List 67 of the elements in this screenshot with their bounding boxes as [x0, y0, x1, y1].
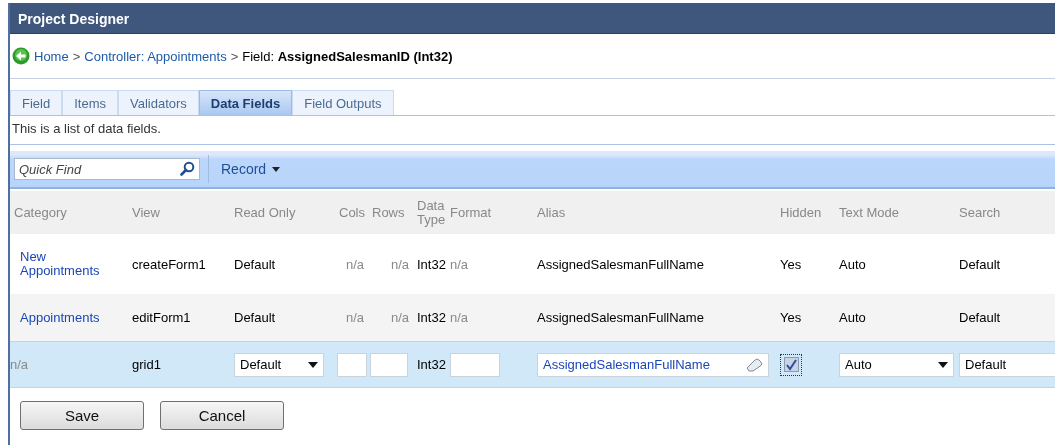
column-header: Text Mode: [838, 205, 900, 220]
table-cell: n/a: [345, 310, 364, 325]
search-icon[interactable]: [180, 161, 195, 176]
breadcrumb-link[interactable]: Home: [34, 48, 69, 64]
table-cell: AssignedSalesmanFullName: [537, 310, 704, 325]
record-menu[interactable]: Record: [217, 161, 285, 177]
column-header: Category: [13, 205, 68, 220]
tab[interactable]: Data Fields: [198, 90, 293, 115]
table-cell: Int32: [417, 310, 446, 325]
breadcrumb-current: Field: AssignedSalesmanID (Int32): [242, 48, 453, 64]
column-header: Hidden: [779, 205, 823, 220]
category-link[interactable]: New Appointments: [14, 249, 128, 279]
table-cell: n/a: [345, 256, 364, 272]
column-header: Data Type: [416, 198, 446, 227]
action-button[interactable]: Cancel: [160, 401, 284, 430]
input-field[interactable]: [337, 352, 367, 377]
table-cell: AssignedSalesmanFullName: [537, 256, 704, 272]
breadcrumb-separator: >: [72, 48, 81, 64]
table-cell: Default: [959, 256, 1001, 272]
table-cell: editForm1: [132, 310, 191, 325]
tab[interactable]: Field: [10, 90, 63, 115]
tab[interactable]: Validators: [118, 90, 199, 115]
table-cell: Yes: [780, 256, 802, 272]
table-cell: Default: [234, 310, 276, 325]
table-cell: Int32: [417, 357, 446, 372]
column-header: Rows: [371, 205, 406, 220]
table-cell: Auto: [839, 256, 866, 272]
column-header: Read Only: [233, 205, 297, 220]
table-cell: Auto: [839, 310, 866, 325]
table-cell: Default: [234, 256, 276, 272]
table-cell: n/a: [450, 310, 469, 325]
column-header: View: [131, 205, 161, 220]
breadcrumb-link[interactable]: Controller: Appointments: [84, 48, 227, 64]
description-text: This is a list of data fields.: [11, 120, 161, 136]
table-cell: grid1: [132, 357, 161, 372]
table-cell: Int32: [417, 256, 446, 272]
column-header: Alias: [536, 205, 567, 220]
caret-icon: [308, 361, 318, 368]
back-icon[interactable]: [12, 47, 30, 65]
tab[interactable]: Field Outputs: [292, 90, 394, 115]
caret-icon: [272, 166, 281, 172]
caret-icon: [938, 361, 948, 368]
input-field[interactable]: Default: [959, 352, 1055, 377]
table-cell: n/a: [390, 256, 409, 272]
action-button[interactable]: Save: [20, 401, 144, 430]
dropdown[interactable]: Default: [234, 352, 324, 377]
column-header: Cols: [338, 205, 366, 220]
eraser-icon[interactable]: [745, 357, 763, 372]
input-field[interactable]: AssignedSalesmanFullName: [537, 352, 769, 377]
checkmark-icon: [784, 358, 798, 371]
table-cell: createForm1: [132, 256, 206, 272]
tab[interactable]: Items: [62, 90, 118, 115]
table-cell: n/a: [390, 310, 409, 325]
table-cell: n/a: [450, 256, 469, 272]
breadcrumb-separator: >: [230, 48, 239, 64]
table-cell: Default: [959, 310, 1001, 325]
quick-find-field[interactable]: Quick Find: [14, 158, 200, 180]
category-link[interactable]: Appointments: [14, 310, 100, 326]
table-cell: n/a: [10, 357, 29, 372]
input-field[interactable]: [450, 352, 500, 377]
column-header: Search: [958, 205, 1002, 220]
dropdown[interactable]: Auto: [839, 352, 954, 377]
input-field[interactable]: [370, 352, 408, 377]
table-cell: Yes: [780, 310, 802, 325]
column-header: Format: [449, 205, 493, 220]
checkbox[interactable]: [780, 353, 802, 376]
window-title: Project Designer: [17, 10, 131, 27]
